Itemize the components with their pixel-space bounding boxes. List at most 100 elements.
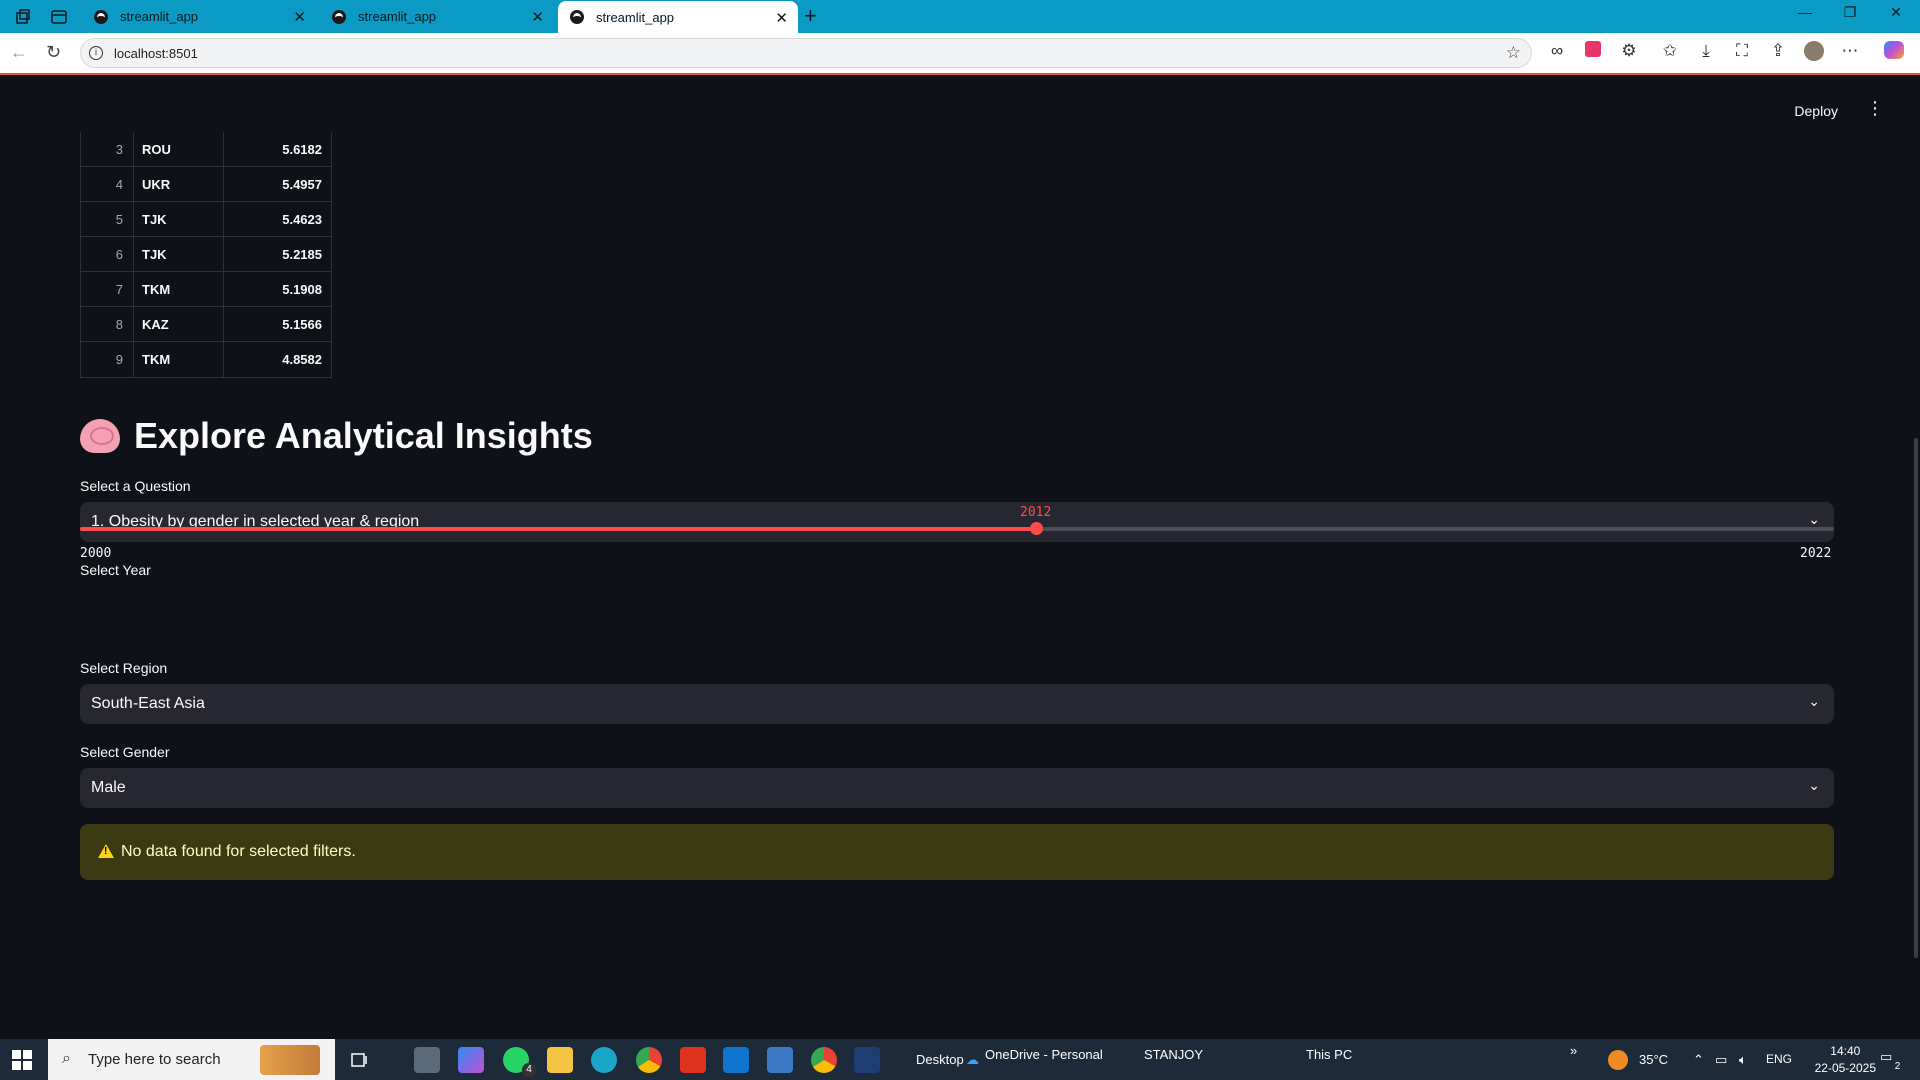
- camera-app-icon[interactable]: [414, 1047, 440, 1073]
- extensions-icon[interactable]: ⚙: [1616, 41, 1642, 61]
- outlook-icon[interactable]: [767, 1047, 793, 1073]
- close-tab-icon[interactable]: ✕: [531, 8, 544, 26]
- copilot-icon[interactable]: [1881, 41, 1907, 64]
- minimize-icon[interactable]: —: [1785, 4, 1825, 20]
- close-window-icon[interactable]: ✕: [1876, 4, 1916, 21]
- gender-select[interactable]: Male ⌄: [80, 768, 1834, 808]
- tab-title: streamlit_app: [358, 9, 437, 24]
- results-table: 3 ROU 5.6182 4 UKR 5.4957 5 TJK 5.4623 6…: [80, 132, 332, 378]
- profile-avatar[interactable]: [1801, 41, 1827, 66]
- tab-actions-icon[interactable]: [46, 5, 72, 29]
- onedrive-icon: ☁: [966, 1052, 979, 1067]
- app-window-icon[interactable]: [854, 1047, 880, 1073]
- new-tab-icon[interactable]: +: [804, 3, 817, 29]
- table-row: 5 TJK 5.4623: [81, 202, 331, 237]
- region-label: Select Region: [80, 660, 168, 676]
- edge-icon[interactable]: [591, 1047, 617, 1073]
- row-index: 4: [115, 176, 123, 192]
- weather-temp[interactable]: 35°C: [1639, 1052, 1668, 1067]
- table-row: 8 KAZ 5.1566: [81, 307, 331, 342]
- table-row: 7 TKM 5.1908: [81, 272, 331, 307]
- wps-office-icon[interactable]: [680, 1047, 706, 1073]
- streamlit-app: Deploy ⋮ 3 ROU 5.6182 4 UKR 5.4957 5 TJK…: [0, 77, 1920, 1039]
- weather-icon[interactable]: [1608, 1050, 1628, 1070]
- back-icon[interactable]: ←: [10, 42, 28, 63]
- chrome-icon[interactable]: [636, 1047, 662, 1073]
- chevron-down-icon: ⌄: [1808, 693, 1820, 709]
- refresh-icon[interactable]: ↻: [46, 42, 61, 63]
- country-code: ROU: [133, 132, 223, 166]
- user-folder-link[interactable]: STANJOY: [1144, 1047, 1203, 1062]
- this-pc-link[interactable]: This PC: [1306, 1047, 1352, 1062]
- windows-start-icon[interactable]: [12, 1050, 32, 1070]
- year-max-label: 2022: [1800, 546, 1832, 561]
- volume-icon[interactable]: 🔈︎: [1739, 1052, 1747, 1068]
- more-options-icon[interactable]: ⋯: [1837, 41, 1863, 61]
- close-tab-icon[interactable]: ✕: [293, 8, 306, 26]
- clock-time: 14:40: [1830, 1044, 1861, 1058]
- table-row: 4 UKR 5.4957: [81, 167, 331, 202]
- close-tab-icon[interactable]: ✕: [775, 9, 788, 27]
- search-icon: ⌕: [62, 1050, 71, 1067]
- clock[interactable]: 14:40 22-05-2025: [1815, 1043, 1876, 1077]
- streamlit-favicon-icon: [570, 10, 584, 24]
- favorites-icon[interactable]: ✩: [1657, 41, 1683, 61]
- row-value: 4.8582: [223, 342, 331, 377]
- screenshot-icon[interactable]: ⛶: [1729, 41, 1755, 61]
- tab-2[interactable]: streamlit_app ✕: [320, 0, 554, 33]
- table-row: 9 TKM 4.8582: [81, 342, 331, 377]
- country-code: TKM: [133, 272, 223, 306]
- region-select[interactable]: South-East Asia ⌄: [80, 684, 1834, 724]
- table-row: 3 ROU 5.6182: [81, 132, 331, 167]
- file-explorer-icon[interactable]: [547, 1047, 573, 1073]
- extension-pink-icon[interactable]: [1580, 41, 1606, 62]
- row-index: 7: [115, 281, 123, 297]
- year-min-label: 2000: [80, 546, 112, 561]
- vscode-icon[interactable]: [723, 1047, 749, 1073]
- workspaces-icon[interactable]: [10, 5, 36, 29]
- desktop-toolbar[interactable]: Desktop: [916, 1052, 964, 1067]
- notifications-count: 2: [1891, 1060, 1904, 1073]
- favorite-star-icon[interactable]: ☆: [1506, 43, 1521, 63]
- main-menu-icon[interactable]: ⋮: [1866, 98, 1884, 119]
- gender-label: Select Gender: [80, 744, 170, 760]
- download-icon[interactable]: ⤓: [1693, 41, 1719, 61]
- page-scrollbar[interactable]: [1914, 438, 1918, 958]
- deploy-button[interactable]: Deploy: [1794, 103, 1838, 119]
- network-icon[interactable]: ▭: [1715, 1052, 1727, 1068]
- notifications-icon[interactable]: ▭: [1880, 1049, 1892, 1065]
- warning-icon: [98, 844, 114, 858]
- task-view-icon[interactable]: [346, 1047, 372, 1073]
- copilot-app-icon[interactable]: [458, 1047, 484, 1073]
- row-value: 5.4957: [223, 167, 331, 201]
- year-current-value: 2012: [1020, 505, 1052, 520]
- onedrive-link[interactable]: OneDrive - Personal: [985, 1047, 1103, 1062]
- whatsapp-badge: 4: [522, 1063, 536, 1077]
- clock-date: 22-05-2025: [1814, 1061, 1876, 1075]
- year-slider-fill: [80, 527, 1036, 531]
- row-value: 5.6182: [223, 132, 331, 166]
- year-slider[interactable]: [80, 522, 1834, 535]
- share-icon[interactable]: ⇪: [1765, 41, 1791, 61]
- question-select[interactable]: 1. Obesity by gender in selected year & …: [80, 502, 1834, 542]
- chrome-profile-icon[interactable]: [811, 1047, 837, 1073]
- gender-value: Male: [91, 779, 126, 796]
- show-hidden-icons[interactable]: ⌃: [1693, 1052, 1704, 1068]
- tab-1[interactable]: streamlit_app ✕: [82, 0, 316, 33]
- infinity-icon[interactable]: ∞: [1544, 41, 1570, 61]
- language-indicator[interactable]: ENG: [1766, 1052, 1792, 1066]
- taskbar-search[interactable]: ⌕ Type here to search: [48, 1039, 335, 1080]
- year-label: Select Year: [80, 562, 151, 578]
- warning-text: No data found for selected filters.: [121, 843, 356, 860]
- tab-3[interactable]: streamlit_app ✕: [558, 1, 798, 33]
- site-info-icon[interactable]: i: [89, 46, 103, 60]
- search-placeholder: Type here to search: [88, 1051, 221, 1068]
- row-value: 5.4623: [223, 202, 331, 236]
- streamlit-favicon-icon: [332, 9, 346, 24]
- restore-icon[interactable]: ❐: [1830, 4, 1870, 21]
- toolbar-overflow-icon[interactable]: »: [1570, 1043, 1577, 1058]
- year-slider-thumb[interactable]: [1030, 522, 1043, 535]
- country-code: KAZ: [133, 307, 223, 341]
- url-text: localhost:8501: [114, 46, 198, 61]
- url-field[interactable]: i localhost:8501 ☆: [80, 38, 1532, 68]
